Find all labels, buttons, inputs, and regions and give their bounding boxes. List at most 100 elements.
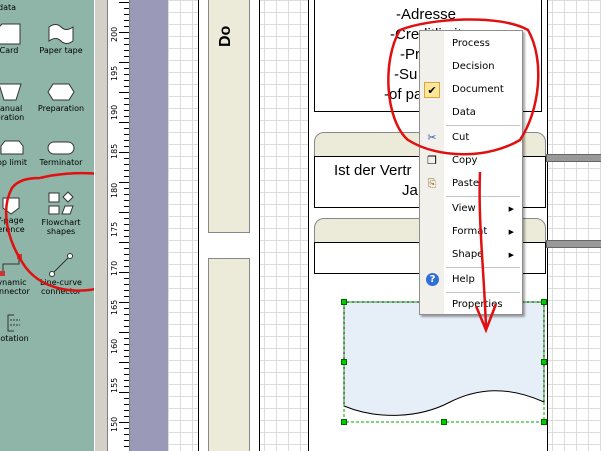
menu-separator [446,267,520,268]
drawing-canvas[interactable]: Do -Adresse -Creditlimit -Pr -Su -of pa … [168,0,601,451]
paste-icon: ⎘ [427,177,437,190]
ruler-label: 200 [110,26,119,42]
connector-bar-1[interactable] [546,154,601,162]
ruler-tick [124,308,129,309]
menu-item-label: Process [452,38,490,49]
ruler-tick [124,230,129,231]
ruler-tick [119,242,129,243]
menu-item-view[interactable]: View ▶ [420,199,522,219]
ruler-tick [119,2,129,3]
menu-item-document[interactable]: ✔ Document [420,80,522,100]
ruler-tick [124,266,129,267]
ruler-tick [124,290,129,291]
ruler-tick [119,92,129,93]
document-shape[interactable] [338,296,550,428]
red-annotation-circle [4,171,94,292]
ruler-tick [124,86,129,87]
ruler-label: 180 [110,182,119,198]
ruler-tick [124,254,129,255]
page-margin-band [130,0,168,451]
ruler-tick [124,38,129,39]
menu-item-process[interactable]: Process [420,34,522,54]
ruler-tick [124,248,129,249]
selection-handle-tl[interactable] [341,299,347,305]
ruler-tick [119,182,129,183]
menu-item-copy[interactable]: ❐ Copy [420,151,522,171]
checkmark-icon: ✔ [424,82,440,98]
ruler-label: 185 [110,143,119,159]
ruler-tick [124,176,129,177]
menu-item-properties[interactable]: Properties [420,295,522,315]
stencil-splitter[interactable] [94,0,108,451]
ruler-tick [124,440,129,441]
ruler-tick [124,50,129,51]
ruler-tick [124,380,129,381]
ruler-tick [124,284,129,285]
ruler-tick [124,278,129,279]
ruler-tick [124,410,129,411]
menu-item-paste[interactable]: ⎘ Paste [420,174,522,194]
menu-item-help[interactable]: ? Help [420,270,522,290]
menu-item-label: Data [452,107,476,118]
ruler-tick [119,32,129,33]
menu-separator [446,125,520,126]
ruler-tick [124,218,129,219]
ruler-tick [119,422,129,423]
ruler-tick [124,206,129,207]
swimlane-header-strip-bottom[interactable] [208,258,250,451]
ruler-label: 165 [110,299,119,315]
selection-handle-bl[interactable] [341,419,347,425]
menu-item-data[interactable]: Data [420,103,522,123]
process-box-text-2: Ja [402,182,418,199]
selection-handle-ml[interactable] [341,359,347,365]
ruler-tick [124,320,129,321]
selection-handle-br[interactable] [541,419,547,425]
menu-separator [446,292,520,293]
menu-item-label: Help [452,274,475,285]
submenu-arrow-icon: ▶ [508,251,514,259]
selection-handle-bm[interactable] [441,419,447,425]
menu-item-label: Copy [452,155,478,166]
menu-item-label: Decision [452,61,495,72]
ruler-tick [124,80,129,81]
ruler-tick [124,158,129,159]
ruler-tick [119,302,129,303]
ruler-tick [124,428,129,429]
ruler-tick [124,434,129,435]
connector-bar-2[interactable] [546,240,601,248]
stencil-panel: data Card Paper tape lanual eration Prep… [0,0,94,451]
ruler-tick [119,152,129,153]
ruler-tick [124,446,129,447]
ruler-tick [124,74,129,75]
ruler-tick [124,194,129,195]
ruler-tick [124,98,129,99]
ruler-tick [119,212,129,213]
menu-item-cut[interactable]: ✂ Cut [420,128,522,148]
copy-icon: ❐ [427,154,437,167]
context-menu: Process Decision ✔ Document Data ✂ Cut ❐ Copy ⎘ Pa… [419,30,523,315]
ruler-tick [124,344,129,345]
menu-item-decision[interactable]: Decision [420,57,522,77]
ruler-label: 160 [110,338,119,354]
ruler-tick [124,14,129,15]
ruler-tick [124,350,129,351]
ruler-label: 150 [110,416,119,432]
menu-item-label: Format [452,226,488,237]
swimlane-header-strip-top[interactable]: Do [208,0,250,233]
ruler-tick [124,338,129,339]
ruler-tick [124,134,129,135]
selection-handle-mr[interactable] [541,359,547,365]
menu-item-format[interactable]: Format ▶ [420,222,522,242]
ruler-tick [124,260,129,261]
ruler-tick [124,140,129,141]
selection-handle-tr[interactable] [541,299,547,305]
ruler-tick [124,188,129,189]
help-icon: ? [426,273,439,286]
menu-item-shape[interactable]: Shape ▶ [420,245,522,265]
ruler-tick [124,26,129,27]
ruler-tick [124,146,129,147]
scissors-icon: ✂ [427,131,437,144]
ruler-tick [124,170,129,171]
ruler-tick [124,116,129,117]
ruler-tick [119,332,129,333]
